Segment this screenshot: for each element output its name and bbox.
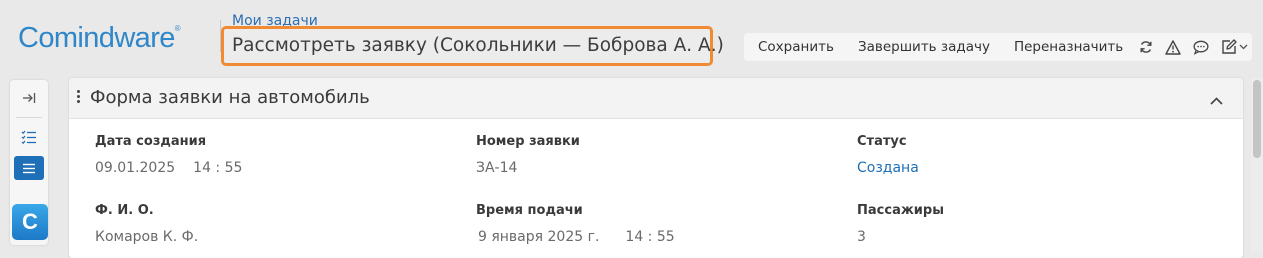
form-title: Форма заявки на автомобиль <box>90 87 370 108</box>
field-label: Номер заявки <box>476 134 580 149</box>
field-full-name: Ф. И. О. Комаров К. Ф. <box>95 203 198 245</box>
full-name-value: Комаров К. Ф. <box>95 229 199 245</box>
collapse-panel-icon[interactable] <box>1210 90 1223 109</box>
field-request-number: Номер заявки ЗА-14 <box>476 134 580 176</box>
created-time-value: 14 : 55 <box>193 160 243 176</box>
logo-text: Comindware <box>18 22 175 54</box>
page-title: Рассмотреть заявку (Сокольники — Боброва… <box>232 35 724 56</box>
created-date-value: 09.01.2025 <box>95 160 176 176</box>
field-created-date: Дата создания 09.01.2025 14 : 55 <box>95 134 242 176</box>
refresh-icon[interactable] <box>1139 39 1153 55</box>
submit-time-value: 14 : 55 <box>625 229 675 245</box>
field-submit-time: Время подачи 9 января 2025 г. 14 : 55 <box>476 203 675 245</box>
left-rail: C <box>10 80 48 245</box>
field-value: 9 января 2025 г. 14 : 55 <box>478 229 675 245</box>
field-label: Ф. И. О. <box>95 203 154 218</box>
app-icon[interactable]: C <box>12 204 48 240</box>
submit-date-value: 9 января 2025 г. <box>478 229 600 245</box>
comindware-logo: Comindware® <box>18 22 181 55</box>
registered-mark: ® <box>174 24 181 33</box>
complete-task-button[interactable]: Завершить задачу <box>858 39 990 55</box>
warning-icon[interactable] <box>1165 39 1181 55</box>
status-value-link[interactable]: Создана <box>857 160 919 176</box>
kebab-menu-icon[interactable] <box>77 90 81 106</box>
scrollbar-thumb[interactable] <box>1253 80 1261 158</box>
rail-divider <box>16 117 42 118</box>
edit-icon[interactable] <box>1221 39 1237 55</box>
task-toolbar: Сохранить Завершить задачу Переназначить <box>744 33 1252 61</box>
request-number-value: ЗА-14 <box>476 160 518 176</box>
chevron-down-icon[interactable] <box>1239 39 1248 55</box>
field-label: Дата создания <box>95 134 207 149</box>
form-list-icon[interactable] <box>14 156 44 180</box>
comment-icon[interactable] <box>1193 39 1209 55</box>
collapse-right-icon[interactable] <box>14 86 44 110</box>
field-status: Статус Создана <box>857 134 919 176</box>
task-list-icon[interactable] <box>14 125 44 149</box>
passengers-value: 3 <box>857 229 866 245</box>
form-panel: Форма заявки на автомобиль Дата создания… <box>69 78 1243 258</box>
field-label: Время подачи <box>476 203 583 218</box>
reassign-button[interactable]: Переназначить <box>1014 39 1123 55</box>
field-label: Пассажиры <box>857 203 944 218</box>
save-button[interactable]: Сохранить <box>758 39 834 55</box>
field-value: 09.01.2025 14 : 55 <box>95 160 242 176</box>
field-label: Статус <box>857 134 907 149</box>
field-passengers: Пассажиры 3 <box>857 203 944 245</box>
form-panel-header: Форма заявки на автомобиль <box>69 78 1243 119</box>
